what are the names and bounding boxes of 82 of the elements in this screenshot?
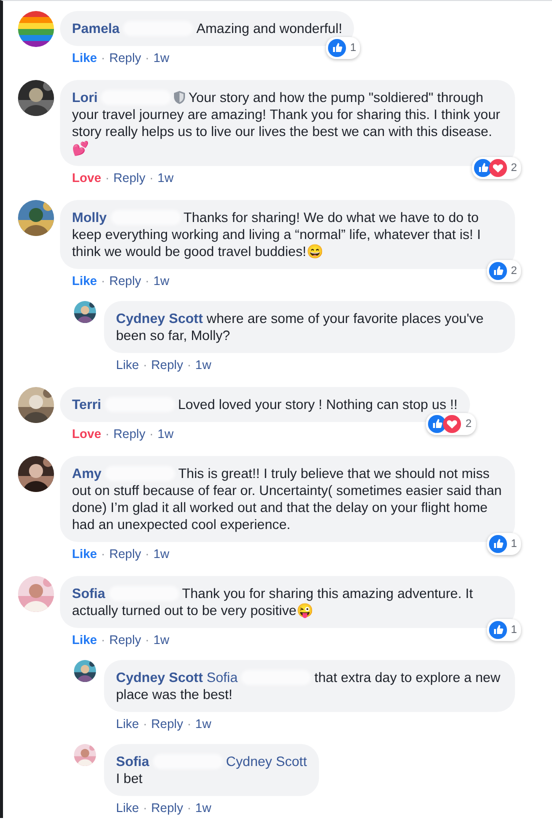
separator-dot: · <box>101 273 106 289</box>
reply-link[interactable]: Reply <box>109 632 142 648</box>
comment-text: Amy This is great!! I truly believe that we should not miss out on stuff because of fear or. Uncertainty( sometimes easier said than done) I’m glad it all worked out and that the delay on your flight home had an unexpected cool experience. <box>72 465 503 533</box>
comment-text: Terri Loved loved your story ! Nothing can stop us !! <box>72 396 458 413</box>
reply-link[interactable]: Reply <box>151 357 184 373</box>
author-name[interactable]: Molly <box>72 210 107 225</box>
separator-dot: · <box>105 426 110 442</box>
reaction-badge[interactable]: 2 <box>472 157 521 179</box>
like-link[interactable]: Like <box>116 800 139 816</box>
comment-text: Sofia Cydney Scott I bet <box>116 753 307 787</box>
separator-dot: · <box>101 50 106 66</box>
comment-text: Molly Thanks for sharing! We do what we have to do to keep everything working and living a “normal” life, whatever that is! I think we would be good travel buddies!😄 <box>72 209 482 260</box>
like-icon <box>474 159 492 177</box>
separator-dot: · <box>145 632 150 648</box>
separator-dot: · <box>187 716 192 732</box>
comment-text: Lori Your story and how the pump "soldiered" through your travel journey are amazing! Thank you for sharing this. I think your story really helps us to live our lives the best we can with this disease.💕 <box>72 89 502 157</box>
reply-link[interactable]: Reply <box>109 50 142 66</box>
separator-dot: · <box>142 357 148 373</box>
like-link[interactable]: Like <box>72 50 98 66</box>
author-name[interactable]: Lori <box>72 90 98 105</box>
timestamp: 1w <box>153 546 170 562</box>
separator-dot: · <box>187 800 192 816</box>
comment-text: Pamela Amazing and wonderful! <box>72 20 342 37</box>
like-icon <box>328 39 346 57</box>
separator-dot: · <box>187 357 192 373</box>
reaction-count: 2 <box>465 416 472 432</box>
reply-link[interactable]: Reply <box>113 426 146 442</box>
reply-link[interactable]: Reply <box>151 800 184 816</box>
timestamp: 1w <box>158 170 174 186</box>
reaction-count: 1 <box>510 622 517 638</box>
separator-dot: · <box>105 170 110 186</box>
separator-dot: · <box>142 800 148 816</box>
reaction-count: 2 <box>510 264 517 278</box>
reply-link[interactable]: Reply <box>109 273 142 289</box>
separator-dot: · <box>145 273 150 289</box>
reaction-badge[interactable]: 1 <box>486 619 521 641</box>
like-icon <box>488 535 507 553</box>
like-icon <box>488 621 507 639</box>
author-name[interactable]: Sofia <box>116 754 150 769</box>
author-name[interactable]: Sofia <box>72 586 106 601</box>
comment-text: Cydney Scott Sofia that extra day to explore a new place was the best! <box>116 669 502 703</box>
like-link[interactable]: Like <box>72 632 98 648</box>
mention-link[interactable]: Sofia <box>206 670 238 685</box>
timestamp: 1w <box>195 716 212 732</box>
timestamp: 1w <box>158 426 174 442</box>
reaction-count: 1 <box>350 40 356 56</box>
reply-link[interactable]: Reply <box>109 546 142 562</box>
love-link[interactable]: Love <box>72 170 102 186</box>
comment-text: Cydney Scott where are some of your favorite places you've been so far, Molly? <box>116 310 485 344</box>
timestamp: 1w <box>153 273 170 289</box>
like-icon <box>488 262 507 280</box>
reaction-badge[interactable]: 1 <box>326 37 360 59</box>
separator-dot: · <box>142 716 148 732</box>
timestamp: 1w <box>195 800 212 816</box>
reaction-count: 2 <box>510 160 517 176</box>
like-link[interactable]: Like <box>72 273 98 289</box>
separator-dot: · <box>149 170 154 186</box>
separator-dot: · <box>101 546 106 562</box>
separator-dot: · <box>145 50 150 66</box>
timestamp: 1w <box>153 632 170 648</box>
timestamp: 1w <box>195 357 212 373</box>
author-name[interactable]: Cydney Scott <box>116 670 203 685</box>
separator-dot: · <box>149 426 154 442</box>
mention-link[interactable]: Cydney Scott <box>226 754 307 769</box>
like-link[interactable]: Like <box>72 546 98 562</box>
comment-text: Sofia Thank you for sharing this amazing adventure. It actually turned out to be very positive😜 <box>72 585 474 619</box>
reply-link[interactable]: Reply <box>151 716 184 732</box>
reaction-badge[interactable]: 2 <box>426 413 476 435</box>
like-link[interactable]: Like <box>116 716 139 732</box>
separator-dot: · <box>101 632 106 648</box>
reaction-badge[interactable]: 1 <box>486 533 521 555</box>
author-name[interactable]: Cydney Scott <box>116 311 203 326</box>
reply-link[interactable]: Reply <box>113 170 146 186</box>
love-link[interactable]: Love <box>72 426 102 442</box>
author-name[interactable]: Terri <box>72 397 102 412</box>
timestamp: 1w <box>153 50 170 66</box>
separator-dot: · <box>145 546 150 562</box>
author-name[interactable]: Amy <box>72 466 102 481</box>
author-name[interactable]: Pamela <box>72 21 120 36</box>
reaction-count: 1 <box>510 536 517 552</box>
like-link[interactable]: Like <box>116 357 139 373</box>
reaction-badge[interactable]: 2 <box>486 260 521 282</box>
